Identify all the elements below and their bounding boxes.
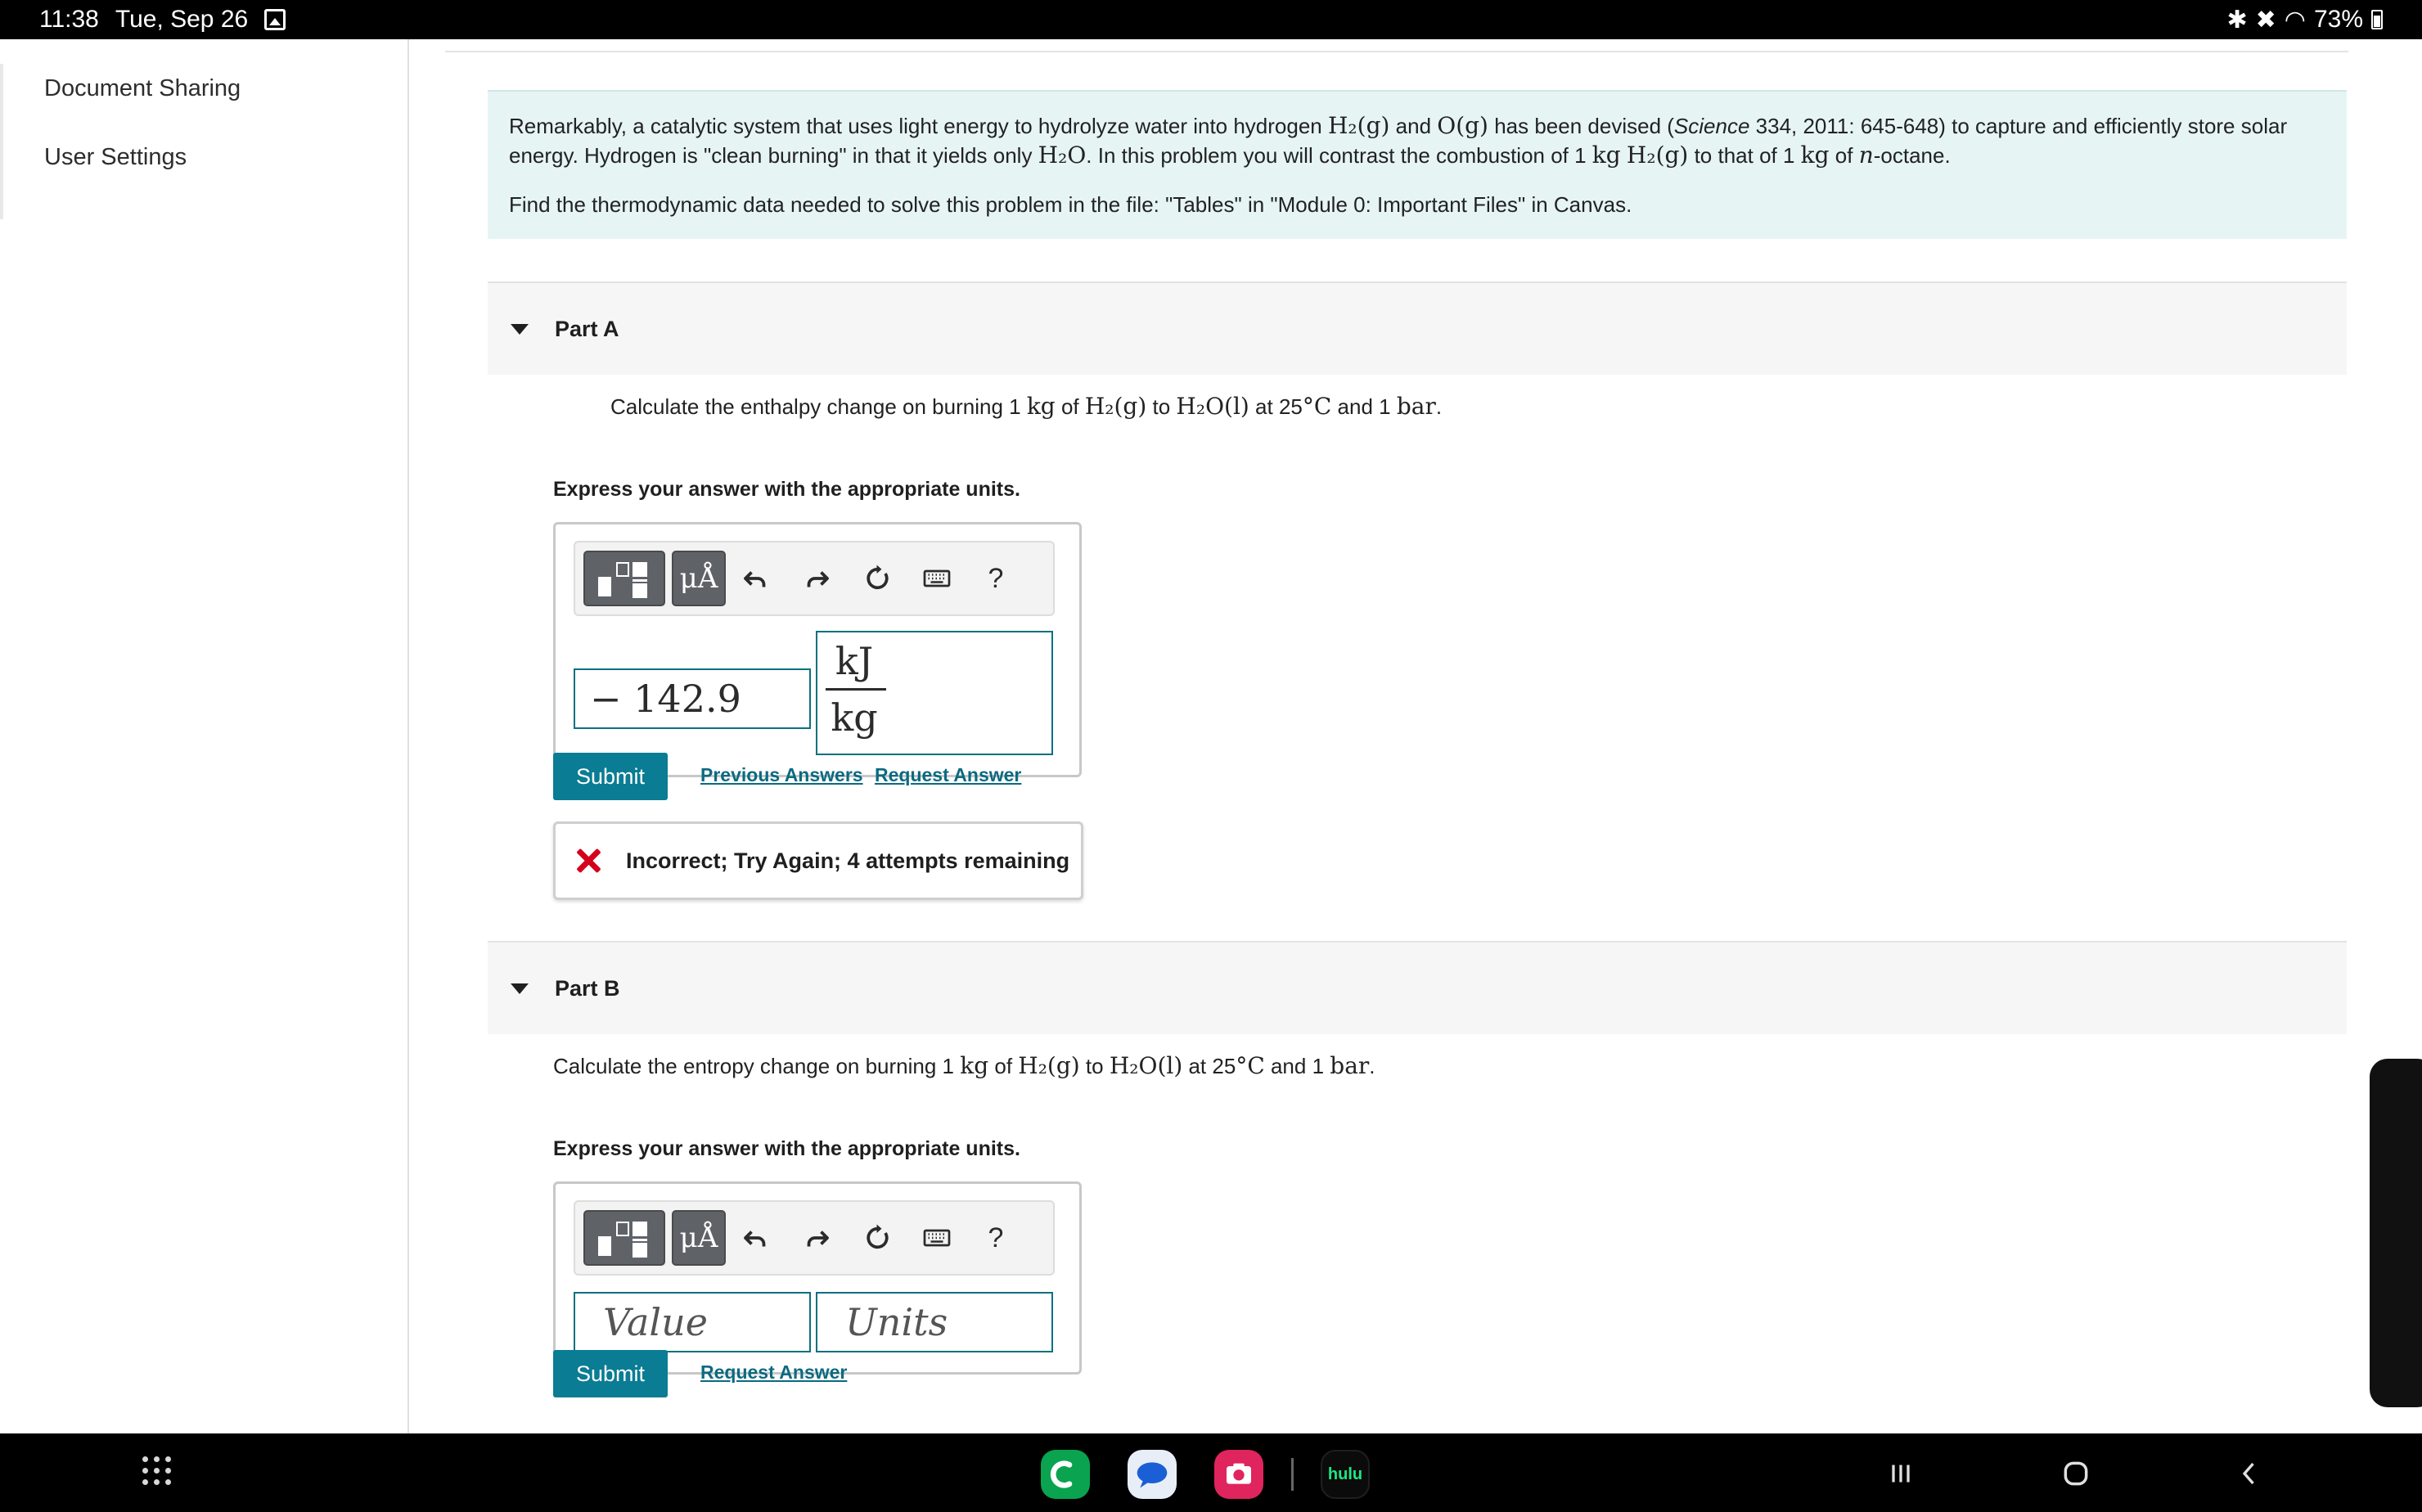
part-a-request-answer-link[interactable]: Request Answer [875,764,1021,786]
unit-denominator: kg [831,695,878,740]
part-a-value-input[interactable]: − 142.9 [574,668,811,729]
divider [445,51,2348,52]
math-toolbar: μÅ ? [574,541,1055,616]
unit-numerator: kJ [835,639,874,683]
intro-data-note: Find the thermodynamic data needed to so… [509,192,1632,217]
part-b-units-input[interactable]: Units [816,1292,1053,1352]
part-b-submit-button[interactable]: Submit [553,1350,668,1397]
keyboard-icon[interactable] [919,560,955,596]
phone-app-icon[interactable] [1041,1450,1090,1499]
undo-icon[interactable] [737,560,773,596]
gallery-notification-icon [264,9,286,30]
main-content: Remarkably, a catalytic system that uses… [409,39,2422,1433]
feedback-text: Incorrect; Try Again; 4 attempts remaini… [626,848,1070,873]
part-a-units-input[interactable]: kJ kg [816,631,1053,755]
messages-app-icon[interactable] [1128,1450,1177,1499]
sidebar: Document Sharing User Settings [0,39,409,1433]
status-bar: 11:38 Tue, Sep 26 ✱ ✖ ◠ 73% [0,0,2422,39]
collapse-caret-icon[interactable] [511,983,529,994]
edge-panel-handle[interactable] [2370,1059,2422,1407]
dock-separator [1291,1458,1294,1491]
math-toolbar: μÅ ? [574,1200,1055,1276]
reset-icon[interactable] [860,1220,896,1256]
part-b-header[interactable]: Part B [488,941,2347,1034]
part-a-answer-box: μÅ ? − 142.9 kJ kg [553,522,1082,777]
part-a-title: Part A [555,316,619,341]
value-placeholder: Value [603,1300,708,1344]
templates-icon[interactable] [583,1210,665,1266]
recent-apps-icon[interactable] [1880,1453,1921,1494]
part-a-submit-button[interactable]: Submit [553,753,668,800]
camera-app-icon[interactable] [1214,1450,1263,1499]
redo-icon[interactable] [799,560,835,596]
part-a-instruction: Express your answer with the appropriate… [553,478,1020,501]
part-b-answer-box: μÅ ? Value Units [553,1181,1082,1375]
redo-icon[interactable] [799,1220,835,1256]
sidebar-item-user-settings[interactable]: User Settings [44,144,187,171]
battery-icon [2371,10,2383,29]
bluetooth-icon: ✱ [2226,6,2248,34]
part-a-header[interactable]: Part A [488,281,2347,375]
sidebar-item-document-sharing[interactable]: Document Sharing [44,75,241,102]
reset-icon[interactable] [860,560,896,596]
part-b-value-input[interactable]: Value [574,1292,811,1352]
battery-level: 73% [2313,6,2363,33]
units-icon[interactable]: μÅ [672,551,726,606]
intro-paragraph: Remarkably, a catalytic system that uses… [509,112,2288,169]
incorrect-x-icon [575,848,601,874]
collapse-caret-icon[interactable] [511,323,529,335]
help-icon[interactable]: ? [978,560,1014,596]
part-a-question: Calculate the enthalpy change on burning… [610,393,1443,420]
home-icon[interactable] [2055,1453,2096,1494]
mute-icon: ✖ [2255,6,2276,34]
status-time: 11:38 [39,6,99,33]
navigation-bar: hulu [0,1433,2422,1512]
previous-answers-link[interactable]: Previous Answers [700,764,863,786]
wifi-icon: ◠ [2284,6,2306,34]
undo-icon[interactable] [737,1220,773,1256]
back-icon[interactable] [2229,1453,2270,1494]
problem-intro: Remarkably, a catalytic system that uses… [488,90,2347,239]
units-icon[interactable]: μÅ [672,1210,726,1266]
sidebar-scroll-indicator [0,64,3,219]
help-icon[interactable]: ? [978,1220,1014,1256]
part-b-title: Part B [555,975,620,1001]
part-b-question: Calculate the entropy change on burning … [553,1052,1375,1079]
part-b-request-answer-link[interactable]: Request Answer [700,1361,847,1384]
app-drawer-icon[interactable] [142,1456,172,1486]
keyboard-icon[interactable] [919,1220,955,1256]
status-date: Tue, Sep 26 [115,6,249,33]
units-placeholder: Units [845,1300,948,1344]
part-b-instruction: Express your answer with the appropriate… [553,1137,1020,1160]
unit-fraction: kJ kg [826,634,886,745]
templates-icon[interactable] [583,551,665,606]
feedback-message: Incorrect; Try Again; 4 attempts remaini… [553,821,1083,900]
hulu-app-icon[interactable]: hulu [1321,1450,1370,1499]
